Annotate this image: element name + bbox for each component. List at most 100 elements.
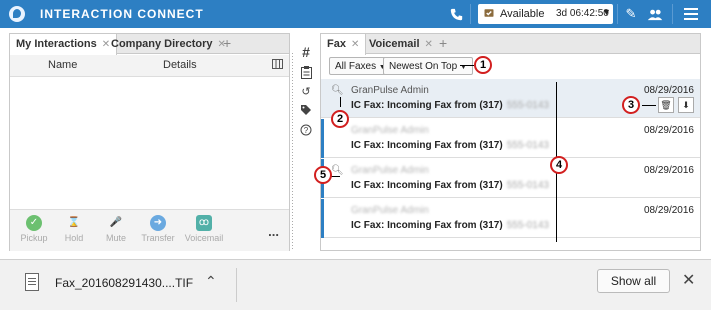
hold-button[interactable]: ⌛ Hold	[52, 215, 96, 243]
dropdown-label: All Faxes	[335, 61, 377, 72]
tab-voicemail[interactable]: Voicemail ✕	[363, 34, 439, 54]
mute-icon: 🎤	[109, 217, 123, 228]
callout-badge: 3	[622, 96, 640, 114]
compose-icon[interactable]: ✎	[623, 6, 639, 22]
fax-row[interactable]: 🔍︎ GranPulse Admin IC Fax: Incoming Fax …	[321, 159, 700, 198]
sort-order-dropdown[interactable]: Newest On Top ▼	[383, 57, 473, 75]
hash-icon[interactable]: #	[299, 44, 313, 60]
tab-label: Voicemail	[369, 38, 420, 50]
clipboard-icon[interactable]	[299, 66, 313, 80]
transfer-icon: ➜	[150, 215, 166, 231]
help-icon[interactable]: ?	[299, 124, 313, 138]
tab-label: Fax	[327, 38, 346, 50]
fax-subject-text: IC Fax: Incoming Fax from (317)	[351, 180, 503, 191]
action-label: Mute	[105, 233, 126, 243]
fax-sender: GranPulse Admin	[351, 205, 429, 216]
check-icon: ✓	[26, 215, 42, 231]
action-label: Hold	[64, 233, 84, 243]
fax-date: 08/29/2016	[643, 85, 694, 96]
action-label: Voicemail	[184, 233, 224, 243]
status-selector[interactable]: Available 3d 06:42:50 ▼	[478, 4, 613, 24]
search-icon: 🔍︎	[331, 85, 344, 96]
fax-row[interactable]: 🔍︎ GranPulse Admin IC Fax: Incoming Fax …	[321, 79, 700, 118]
fax-subject-text: IC Fax: Incoming Fax from (317)	[351, 100, 503, 111]
fax-number: 555-0143	[506, 180, 549, 191]
chevron-up-icon[interactable]: ⌃	[205, 273, 217, 290]
list-header: Name Details	[10, 55, 289, 77]
fax-date: 08/29/2016	[643, 205, 694, 216]
search-icon: 🔍︎	[331, 165, 344, 176]
action-label: Pickup	[20, 233, 48, 243]
callout-badge: 5	[314, 166, 332, 184]
callout-arrow	[460, 65, 474, 66]
tab-my-interactions[interactable]: My Interactions ✕	[10, 34, 118, 55]
phone-icon[interactable]	[448, 6, 464, 22]
fax-date: 08/29/2016	[643, 165, 694, 176]
fax-panel: Fax ✕ Voicemail ✕ + All Faxes ▼ Newest On …	[320, 33, 701, 251]
logo-icon	[9, 6, 25, 22]
tab-label: My Interactions	[16, 38, 97, 50]
panel-splitter[interactable]	[291, 53, 294, 249]
callout-badge: 4	[550, 156, 568, 174]
action-label: Transfer	[141, 233, 175, 243]
call-actions-bar: ✓ Pickup ⌛ Hold 🎤 Mute ➜ Transfer ꝏ Voic…	[10, 209, 289, 251]
top-bar: INTERACTION CONNECT Available 3d 06:42:5…	[0, 0, 711, 28]
more-actions-button[interactable]: ...	[268, 224, 279, 239]
chevron-down-icon: ▼	[602, 7, 611, 17]
svg-text:?: ?	[304, 126, 309, 135]
tab-label: Company Directory	[111, 38, 213, 50]
tab-company-directory[interactable]: Company Directory ✕	[105, 34, 232, 54]
fax-subject: IC Fax: Incoming Fax from (317) 555-0143	[351, 140, 549, 151]
status-label: Available	[500, 8, 545, 20]
transfer-button[interactable]: ➜ Transfer	[136, 215, 180, 243]
unread-indicator	[321, 119, 324, 158]
close-icon[interactable]: ✕	[351, 39, 359, 50]
status-timer: 3d 06:42:50	[556, 8, 609, 19]
add-tab-icon[interactable]: +	[439, 35, 447, 51]
delete-icon[interactable]: 🗑︎	[658, 97, 674, 113]
fax-subject: IC Fax: Incoming Fax from (317) 555-0143	[351, 100, 549, 111]
voicemail-icon: ꝏ	[196, 215, 212, 231]
fax-row[interactable]: GranPulse Admin IC Fax: Incoming Fax fro…	[321, 199, 700, 238]
show-all-button[interactable]: Show all	[597, 269, 670, 293]
fax-number: 555-0143	[506, 100, 549, 111]
pickup-button[interactable]: ✓ Pickup	[12, 215, 56, 243]
columns-icon[interactable]	[272, 59, 283, 72]
file-icon	[25, 273, 39, 291]
history-icon[interactable]: ↺	[299, 85, 313, 99]
callout-arrow	[340, 97, 341, 107]
fax-subject: IC Fax: Incoming Fax from (317) 555-0143	[351, 180, 549, 191]
users-icon[interactable]	[647, 6, 663, 22]
fax-sender: GranPulse Admin	[351, 165, 429, 176]
add-tab-icon[interactable]: +	[223, 35, 231, 51]
fax-number: 555-0143	[506, 220, 549, 231]
fax-subject: IC Fax: Incoming Fax from (317) 555-0143	[351, 220, 549, 231]
app-title: INTERACTION CONNECT	[40, 7, 204, 21]
fax-row[interactable]: GranPulse Admin IC Fax: Incoming Fax fro…	[321, 119, 700, 158]
right-tabs: Fax ✕ Voicemail ✕ +	[321, 34, 700, 55]
callout-badge: 1	[474, 56, 492, 74]
fax-number: 555-0143	[506, 140, 549, 151]
column-name[interactable]: Name	[48, 59, 77, 71]
side-toolbar: # ↺ ?	[295, 44, 317, 164]
unread-indicator	[321, 199, 324, 238]
download-file-name[interactable]: Fax_201608291430....TIF	[55, 276, 193, 290]
mute-button[interactable]: 🎤 Mute	[94, 215, 138, 243]
download-icon[interactable]: ⬇︎	[678, 97, 694, 113]
column-details[interactable]: Details	[163, 59, 197, 71]
callout-badge: 2	[331, 110, 349, 128]
dropdown-label: Newest On Top	[389, 61, 458, 72]
tag-icon[interactable]	[299, 104, 313, 118]
menu-icon[interactable]	[683, 6, 699, 22]
callout-arrow	[642, 105, 656, 106]
close-icon[interactable]: ✕	[682, 270, 695, 290]
fax-subject-text: IC Fax: Incoming Fax from (317)	[351, 140, 503, 151]
close-icon[interactable]: ✕	[425, 39, 433, 50]
fax-sender: GranPulse Admin	[351, 125, 429, 136]
fax-sender: GranPulse Admin	[351, 85, 429, 96]
interactions-panel: My Interactions ✕ Company Directory ✕ + Na…	[9, 33, 290, 251]
hourglass-icon: ⌛	[67, 217, 81, 228]
download-bar: Fax_201608291430....TIF ⌃ Show all ✕	[0, 259, 711, 310]
tab-fax[interactable]: Fax ✕	[321, 34, 367, 55]
voicemail-button[interactable]: ꝏ Voicemail	[182, 215, 226, 243]
